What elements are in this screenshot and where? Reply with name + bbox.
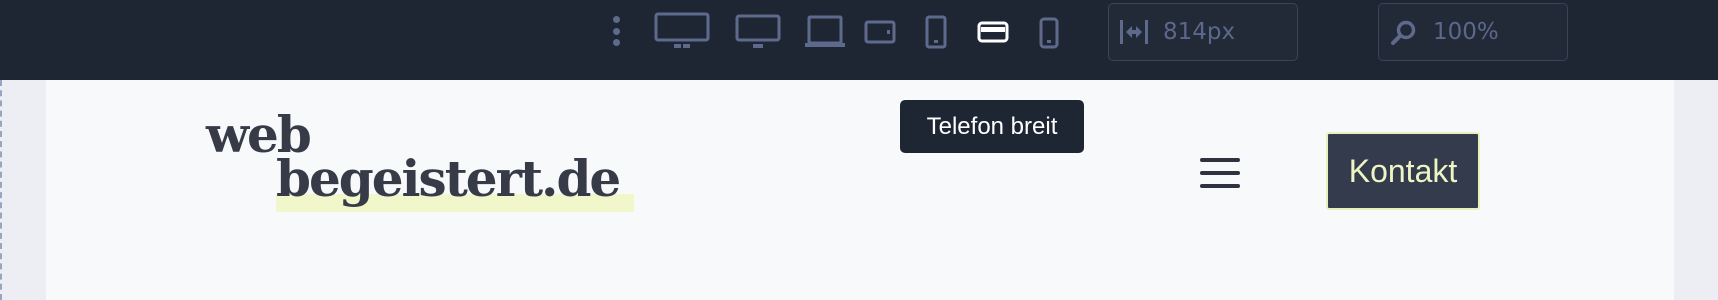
tablet-landscape-preview-icon[interactable] — [864, 20, 896, 44]
site-logo[interactable]: web begeistert.de — [206, 110, 686, 230]
builder-toolbar: 814px 100% — [0, 0, 1718, 80]
desktop-preview-icon[interactable] — [735, 14, 781, 50]
canvas-boundary — [0, 80, 2, 300]
canvas-width-input[interactable]: 814px — [1108, 3, 1298, 61]
width-resize-icon — [1119, 17, 1149, 47]
laptop-preview-icon[interactable] — [805, 15, 845, 49]
contact-button[interactable]: Kontakt — [1326, 132, 1480, 210]
phone-landscape-preview-icon[interactable] — [977, 21, 1009, 43]
logo-line-2: begeistert.de — [276, 149, 621, 208]
zoom-value: 100% — [1433, 19, 1499, 45]
device-tooltip: Telefon breit — [900, 100, 1084, 153]
zoom-input[interactable]: 100% — [1378, 3, 1568, 61]
canvas-width-value: 814px — [1163, 19, 1236, 45]
hamburger-menu-icon[interactable] — [1200, 158, 1240, 188]
tablet-portrait-preview-icon[interactable] — [925, 15, 947, 49]
preview-page: web begeistert.de Telefon breit Kontakt — [46, 80, 1674, 300]
desktop-wide-preview-icon[interactable] — [654, 12, 710, 50]
more-options-icon[interactable] — [610, 16, 622, 46]
phone-portrait-preview-icon[interactable] — [1039, 17, 1059, 49]
search-icon — [1389, 17, 1419, 47]
